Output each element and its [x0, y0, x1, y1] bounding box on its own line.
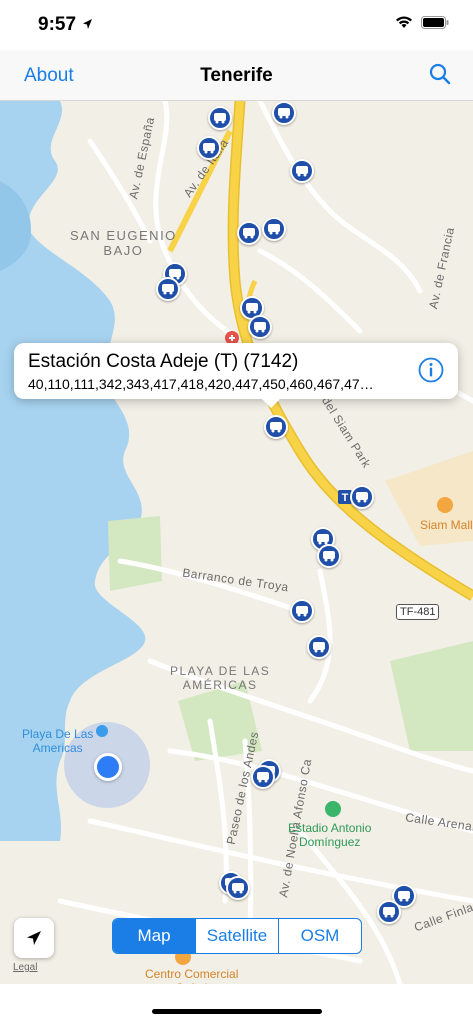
- bus-stop-marker[interactable]: [248, 315, 272, 339]
- bus-stop-marker[interactable]: [208, 106, 232, 130]
- callout-pointer: [261, 398, 281, 408]
- bus-icon: [296, 606, 308, 617]
- map-type-segmented-control[interactable]: Map Satellite OSM: [112, 918, 362, 954]
- segment-satellite[interactable]: Satellite: [195, 919, 278, 953]
- poi-label-centro-comercial[interactable]: Centro Comercial Safari: [145, 967, 238, 984]
- navigation-bar: About Tenerife: [0, 50, 473, 101]
- bus-icon: [383, 907, 395, 918]
- segment-map[interactable]: Map: [113, 919, 195, 953]
- bus-stop-marker[interactable]: [156, 277, 180, 301]
- bus-icon: [398, 891, 410, 902]
- home-indicator[interactable]: [152, 1009, 322, 1014]
- svg-text:T: T: [342, 492, 349, 504]
- poi-label-siam-mall[interactable]: Siam Mall: [420, 518, 473, 532]
- bus-icon: [323, 551, 335, 562]
- callout-title: Estación Costa Adeje (T) (7142): [28, 351, 299, 372]
- status-bar: 9:57: [0, 0, 473, 50]
- info-icon[interactable]: [418, 357, 444, 383]
- bus-stop-marker[interactable]: [237, 221, 261, 245]
- bus-icon: [246, 303, 258, 314]
- bus-icon: [203, 143, 215, 154]
- user-location-dot[interactable]: [94, 753, 122, 781]
- bus-icon: [278, 108, 290, 119]
- bus-stop-marker[interactable]: [317, 544, 341, 568]
- poi-label-estadio[interactable]: Estadio Antonio Domínguez: [288, 821, 371, 849]
- wifi-icon: [396, 16, 412, 28]
- bus-stop-marker[interactable]: [272, 101, 296, 125]
- bus-icon: [313, 642, 325, 653]
- bus-stop-marker[interactable]: [197, 136, 221, 160]
- stop-callout[interactable]: Estación Costa Adeje (T) (7142) 40,110,1…: [14, 343, 458, 399]
- bus-stop-marker[interactable]: [290, 159, 314, 183]
- area-label: PLAYA DE LAS AMÉRICAS: [170, 664, 271, 692]
- callout-routes: 40,110,111,342,343,417,418,420,447,450,4…: [28, 376, 374, 392]
- page-title: Tenerife: [200, 65, 273, 86]
- bus-stop-marker[interactable]: [377, 900, 401, 924]
- bus-icon: [356, 492, 368, 503]
- area-label: SAN EUGENIO BAJO: [70, 228, 177, 258]
- bus-stop-marker[interactable]: [307, 635, 331, 659]
- road-sign: TF-481: [396, 604, 440, 620]
- bus-icon: [257, 772, 269, 783]
- bus-stop-marker[interactable]: [350, 485, 374, 509]
- bus-icon: [254, 322, 266, 333]
- bus-icon: [268, 224, 280, 235]
- status-time: 9:57: [38, 14, 77, 35]
- location-arrow-icon: [27, 931, 41, 945]
- home-indicator-area: [0, 984, 473, 1024]
- locate-me-button[interactable]: [14, 918, 54, 958]
- legal-link[interactable]: Legal: [13, 962, 37, 973]
- segment-osm[interactable]: OSM: [278, 919, 361, 953]
- bus-icon: [162, 284, 174, 295]
- bus-stop-marker[interactable]: [251, 765, 275, 789]
- search-icon[interactable]: [429, 63, 451, 85]
- location-services-icon: [83, 19, 92, 29]
- bus-stop-marker[interactable]: [264, 415, 288, 439]
- bus-stop-marker[interactable]: [262, 217, 286, 241]
- bus-stop-marker[interactable]: [226, 876, 250, 900]
- bus-icon: [214, 113, 226, 124]
- bus-stop-marker[interactable]: [290, 599, 314, 623]
- bus-icon: [270, 422, 282, 433]
- battery-icon: [421, 16, 449, 29]
- bus-icon: [243, 228, 255, 239]
- bus-icon: [296, 166, 308, 177]
- map-view[interactable]: T Av. de España Av. de Italia Av. de Fra…: [0, 101, 473, 984]
- bus-icon: [232, 883, 244, 894]
